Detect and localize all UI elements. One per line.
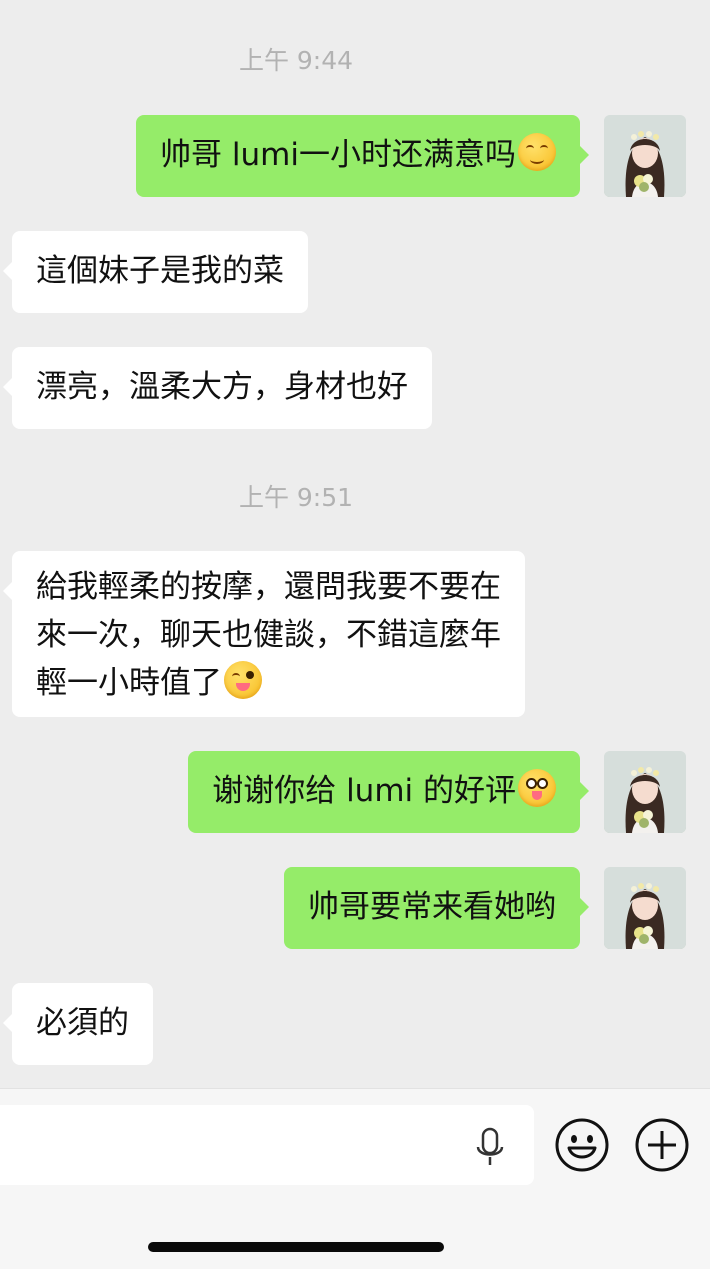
chat-area: 上午 9:44 帅哥 lumi一小时还满意吗 這個妹子是我的菜 漂亮，溫柔大方，… (0, 0, 710, 1088)
smile-squint-emoji-icon (518, 133, 556, 171)
outgoing-message[interactable]: 帅哥要常来看她哟 (284, 867, 589, 949)
message-text: 帅哥 lumi一小时还满意吗 (160, 137, 516, 173)
message-line: 來一次，聊天也健談，不錯這麼年 (36, 617, 501, 653)
message-text: 這個妹子是我的菜 (36, 253, 284, 289)
zany-face-emoji-icon (518, 769, 556, 807)
message-input-field[interactable] (0, 1105, 534, 1187)
timestamp: 上午 9:51 (238, 483, 354, 512)
outgoing-message[interactable]: 帅哥 lumi一小时还满意吗 (136, 115, 589, 197)
message-text: 必須的 (36, 1005, 129, 1041)
microphone-icon[interactable] (474, 1127, 506, 1167)
avatar[interactable] (604, 115, 686, 197)
message-line: 給我輕柔的按摩，還問我要不要在 (36, 569, 501, 605)
emoji-face-icon[interactable] (554, 1117, 610, 1173)
message-input[interactable] (16, 1105, 460, 1187)
message-text: 谢谢你给 lumi 的好评 (212, 773, 516, 809)
incoming-message[interactable]: 給我輕柔的按摩，還問我要不要在 來一次，聊天也健談，不錯這麼年 輕一小時值了 (3, 551, 525, 717)
plus-circle-icon[interactable] (634, 1117, 690, 1173)
avatar[interactable] (604, 751, 686, 833)
incoming-message[interactable]: 漂亮，溫柔大方，身材也好 (3, 347, 432, 429)
message-text: 漂亮，溫柔大方，身材也好 (36, 369, 408, 405)
incoming-message[interactable]: 這個妹子是我的菜 (3, 231, 308, 313)
outgoing-message[interactable]: 谢谢你给 lumi 的好评 (188, 751, 589, 833)
wink-tongue-emoji-icon (224, 661, 262, 699)
home-indicator[interactable] (148, 1242, 444, 1252)
message-line: 輕一小時值了 (36, 665, 222, 701)
incoming-message[interactable]: 必須的 (3, 983, 153, 1065)
timestamp: 上午 9:44 (238, 46, 354, 75)
avatar[interactable] (604, 867, 686, 949)
message-text: 帅哥要常来看她哟 (308, 889, 556, 925)
